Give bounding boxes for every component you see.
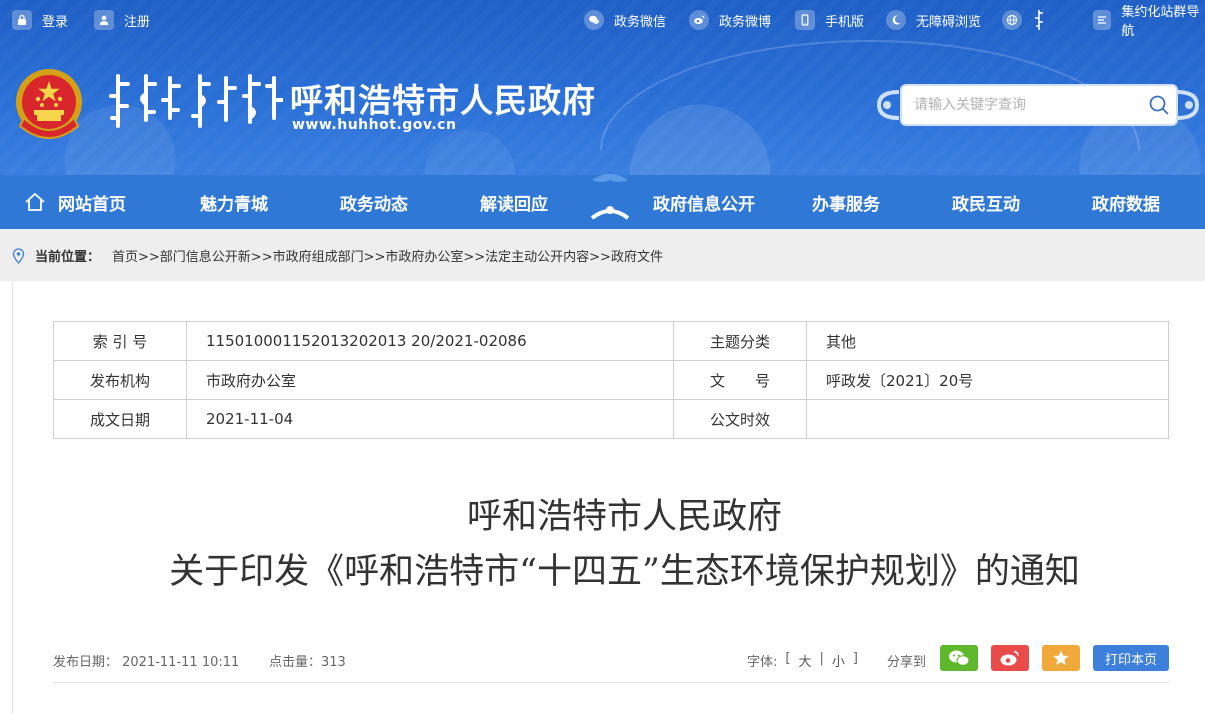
nav-item-label: 政府信息公开 (653, 194, 755, 215)
register-label: 注册 (124, 14, 151, 30)
share-wechat-button[interactable] (940, 645, 978, 671)
topic-label: 主题分类 (673, 321, 807, 361)
search-box (900, 84, 1178, 126)
index-no-value: 115010001152013202013 20/2021-02086 (186, 321, 674, 361)
mongolian-script-logo (109, 74, 283, 128)
click-count: 点击量：313 (269, 655, 346, 670)
login-label: 登录 (42, 14, 69, 30)
font-large-button[interactable]: 大 (798, 651, 811, 670)
site-title: 呼和浩特市人民政府 (290, 81, 596, 120)
font-small-button[interactable]: 小 (832, 651, 845, 670)
nav-item-data[interactable]: 政府数据 (1056, 175, 1196, 229)
nav-item-label: 政府数据 (1092, 194, 1160, 215)
user-icon (94, 10, 114, 30)
wechat-icon (949, 650, 970, 666)
nav-item-charm[interactable]: 魅力青城 (164, 175, 304, 229)
validity-label: 公文时效 (673, 399, 807, 439)
doc-no-value: 呼政发〔2021〕20号 (806, 360, 1169, 400)
nav-item-gov-info[interactable]: 政府信息公开 (632, 175, 776, 229)
nav-item-home[interactable]: 网站首页 (0, 175, 150, 229)
breadcrumb: 当前位置： 首页>>部门信息公开新>>市政府组成部门>>市政府办公室>>法定主动… (12, 246, 663, 265)
font-size-switch: 字体: [ 大 | 小 ] (747, 651, 858, 670)
mobile-phone-icon (795, 10, 815, 30)
mobile-link[interactable]: 手机版 (795, 10, 864, 30)
menu-list-icon (1093, 10, 1112, 30)
location-pin-icon (12, 247, 25, 264)
star-icon (1053, 650, 1069, 665)
breadcrumb-path[interactable]: 首页>>部门信息公开新>>市政府组成部门>>市政府办公室>>法定主动公开内容>>… (112, 246, 663, 265)
favorite-button[interactable] (1042, 645, 1080, 671)
national-emblem-icon (16, 69, 82, 139)
date-value: 2021-11-04 (186, 399, 674, 439)
site-url: www.huhhot.gov.cn (292, 117, 457, 133)
share-label: 分享到 (887, 655, 927, 670)
topic-value: 其他 (806, 321, 1169, 361)
nav-item-label: 魅力青城 (200, 194, 268, 215)
main-nav: 网站首页 魅力青城 政务动态 解读回应 政府信息公开 办事服务 政民互动 政府数… (0, 174, 1205, 229)
search-input[interactable] (914, 87, 1144, 123)
mongolian-script-small-icon (1035, 10, 1043, 30)
nav-item-interaction[interactable]: 政民互动 (916, 175, 1056, 229)
wechat-icon (584, 10, 604, 30)
bracket-close: ] (852, 651, 858, 666)
document-meta-table: 索 引 号 115010001152013202013 20/2021-0208… (53, 321, 1169, 439)
login-link[interactable]: 登录 (12, 10, 68, 30)
moon-icon (886, 10, 906, 30)
search-button[interactable] (1144, 90, 1174, 120)
weibo-label: 政务微博 (719, 14, 772, 30)
font-size-label: 字体: (747, 655, 778, 670)
nav-item-label: 网站首页 (58, 194, 126, 215)
site-header: 登录 注册 政务微信 政务微博 手机版 无障碍浏览 集约化站群导航 呼和浩特市人… (0, 0, 1205, 175)
top-bar: 登录 注册 政务微信 政务微博 手机版 无障碍浏览 集约化站群导航 (0, 0, 1205, 40)
nav-item-label: 政务动态 (340, 194, 408, 215)
font-separator: | (819, 651, 824, 666)
breadcrumb-bar: 当前位置： 首页>>部门信息公开新>>市政府组成部门>>市政府办公室>>法定主动… (0, 229, 1205, 281)
table-row: 索 引 号 115010001152013202013 20/2021-0208… (53, 321, 1169, 361)
table-row: 发布机构 市政府办公室 文 号 呼政发〔2021〕20号 (53, 360, 1169, 400)
wechat-label: 政务微信 (614, 14, 667, 30)
weibo-link[interactable]: 政务微博 (689, 10, 771, 30)
accessible-link[interactable]: 无障碍浏览 (886, 10, 981, 30)
doc-no-label: 文 号 (673, 360, 807, 400)
site-group-link[interactable]: 集约化站群导航 (1093, 5, 1205, 39)
nav-item-services[interactable]: 办事服务 (776, 175, 916, 229)
mobile-label: 手机版 (825, 14, 865, 30)
bracket-open: [ (785, 651, 791, 666)
table-row: 成文日期 2021-11-04 公文时效 (53, 399, 1169, 439)
nav-item-label: 办事服务 (812, 194, 880, 215)
article-title-line1: 呼和浩特市人民政府 (466, 497, 782, 537)
share-weibo-button[interactable] (991, 645, 1029, 671)
mongolian-language-link[interactable] (1002, 10, 1046, 30)
publisher-value: 市政府办公室 (186, 360, 674, 400)
date-label: 成文日期 (53, 399, 187, 439)
publisher-label: 发布机构 (53, 360, 187, 400)
lock-icon (12, 10, 32, 30)
print-button[interactable]: 打印本页 (1093, 645, 1169, 671)
wechat-link[interactable]: 政务微信 (584, 10, 666, 30)
nav-item-interpretation[interactable]: 解读回应 (444, 175, 584, 229)
validity-value (806, 399, 1169, 439)
publish-date: 发布日期： 2021-11-11 10:11 (53, 655, 240, 670)
article-info-bar: 发布日期： 2021-11-11 10:11 点击量：313 字体: [ 大 |… (53, 645, 1169, 683)
nav-ornament-icon (590, 174, 630, 220)
nav-item-label: 解读回应 (480, 194, 548, 215)
article-title-line2: 关于印发《呼和浩特市“十四五”生态环境保护规划》的通知 (169, 552, 1080, 592)
nav-item-label: 政民互动 (952, 194, 1020, 215)
breadcrumb-label: 当前位置： (35, 250, 101, 265)
home-icon (25, 192, 45, 211)
globe-icon (1002, 10, 1022, 30)
search-left-ornament (876, 90, 899, 120)
weibo-icon (1000, 650, 1019, 666)
search-icon (1149, 95, 1169, 115)
register-link[interactable]: 注册 (94, 10, 150, 30)
search-right-ornament (1177, 90, 1200, 120)
index-no-label: 索 引 号 (53, 321, 187, 361)
site-group-label: 集约化站群导航 (1121, 5, 1200, 39)
weibo-icon (689, 10, 709, 30)
nav-item-news[interactable]: 政务动态 (304, 175, 444, 229)
accessible-label: 无障碍浏览 (916, 14, 982, 30)
search-area (873, 80, 1203, 130)
